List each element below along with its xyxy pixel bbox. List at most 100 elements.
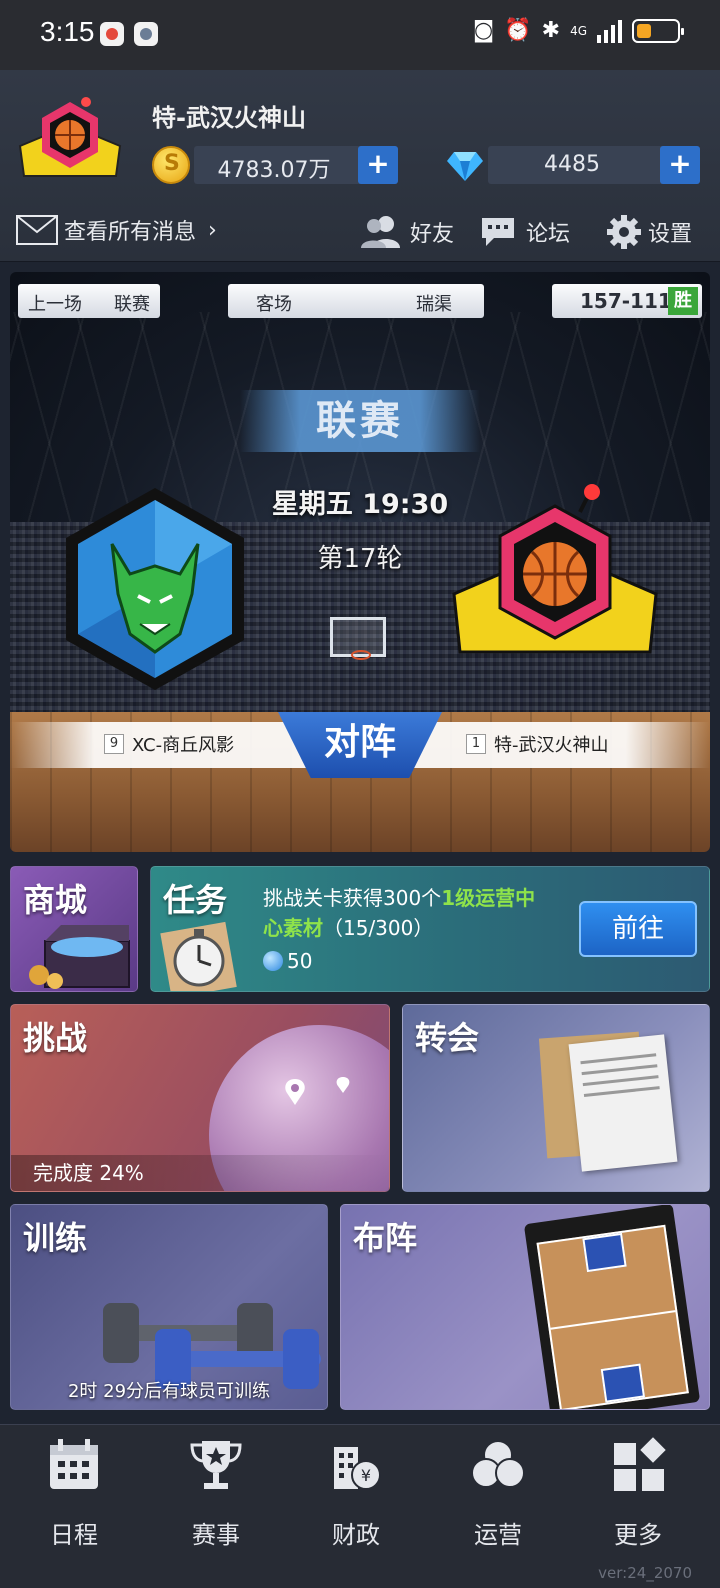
treasure-chest-icon [29,925,130,989]
coin-balance: 4783.07万 + [194,146,398,184]
transfer-card[interactable]: 转会 [402,1004,710,1192]
away-team-logo [452,484,658,654]
away-team: 1 特-武汉火神山 [466,731,609,757]
venue-label: 客场 [256,294,292,315]
task-card[interactable]: 任务 挑战关卡获得300个1级运营中心素材（15/300） 50 前往 [150,866,710,992]
forum-label: 论坛 [526,222,571,247]
add-coins-button[interactable]: + [358,146,398,184]
chevron-right-icon: › [208,217,217,243]
challenge-title: 挑战 [23,1019,88,1057]
shop-card[interactable]: 商城 [10,866,138,992]
venue-tag: 客场 瑞渠 [228,284,484,318]
mail-icon [16,215,58,245]
nav-more[interactable]: 更多 [588,1437,688,1550]
operations-icon [471,1440,525,1488]
last-score: 157-111 [580,289,672,313]
last-game-label: 上一场 [28,294,82,315]
task-reward: 50 [263,949,312,973]
task-desc-start: 挑战关卡获得300个 [263,886,442,910]
trophy-icon [190,1441,242,1489]
league-banner: 联赛 [240,390,480,452]
coin-value: 4783.07万 [217,158,331,183]
tactics-court [536,1224,689,1409]
away-team-name: 特-武汉火神山 [494,735,609,756]
training-card[interactable]: 训练 2时 29分后有球员可训练 [10,1204,328,1410]
version-label: ver:24_2070 [598,1564,692,1582]
nav-label: 日程 [50,1521,98,1549]
svg-text:¥: ¥ [361,1466,371,1485]
diamond-icon [447,152,483,181]
alarm-icon: ⏰ [504,18,532,43]
messages-label: 查看所有消息 [64,220,197,245]
win-badge: 胜 [668,287,698,315]
bottom-navigation: 日程 赛事 ¥ 财政 运营 更多 ver:24_2070 [0,1424,720,1588]
home-rank: 9 [104,734,124,754]
settings-label: 设置 [648,222,693,247]
forum-button[interactable]: 论坛 [480,214,570,250]
home-team-name: XC-商丘风影 [132,735,235,756]
battery-icon [632,18,684,43]
friends-label: 好友 [410,222,455,247]
basketball-hoop [330,617,386,660]
last-game-tag: 上一场 联赛 [18,284,160,318]
task-description: 挑战关卡获得300个1级运营中心素材（15/300） [263,883,553,943]
home-team: 9 XC-商丘风影 [104,731,234,757]
nav-label: 赛事 [192,1521,240,1549]
status-icons: ◙ ⏰ ✱ 4G [472,18,684,43]
status-time: 3:15 [40,16,95,47]
contract-icon [568,1034,678,1172]
bluetooth-icon: ✱ [541,18,561,43]
transfer-title: 转会 [415,1019,480,1057]
challenge-card[interactable]: 挑战 完成度 24% [10,1004,390,1192]
task-desc-progress: （15/300） [323,916,434,940]
shop-title: 商城 [23,881,88,919]
friends-button[interactable]: 好友 [360,214,454,250]
settings-button[interactable]: 设置 [606,214,692,250]
home-team-logo [66,488,244,690]
court-midline [550,1310,676,1330]
add-diamonds-button[interactable]: + [660,146,700,184]
network-type: 4G [570,23,587,38]
training-title: 训练 [23,1219,88,1257]
challenge-progress: 完成度 24% [11,1155,389,1191]
nav-schedule[interactable]: 日程 [24,1437,124,1550]
gem-icon [263,951,283,971]
forum-icon [482,218,514,246]
signal-icon [597,19,622,43]
finance-icon: ¥ [334,1447,381,1490]
last-score-tag: 157-111 胜 [552,284,702,318]
tactics-board-icon [523,1205,701,1409]
last-game-type: 联赛 [114,294,150,315]
gear-icon [607,215,641,249]
nav-label: 运营 [474,1521,522,1549]
nfc-icon: ◙ [472,18,495,43]
diamond-balance: 4485 + [488,146,700,184]
status-bar: 3:15 ◙ ⏰ ✱ 4G [0,0,720,70]
court-paint [582,1232,627,1273]
team-logo[interactable] [18,92,122,182]
location-pin-icon [285,1077,350,1105]
friends-icon [361,216,400,248]
notification-app-icon [100,22,124,46]
next-match-panel[interactable]: 上一场 联赛 客场 瑞渠 157-111 胜 联赛 星期五 19:30 第17轮… [10,272,710,852]
coin-icon: S [152,146,190,184]
task-reward-value: 50 [287,949,313,973]
nav-operations[interactable]: 运营 [448,1437,548,1550]
header-links: 查看所有消息 › 好友 论坛 设置 [0,206,720,256]
nav-events[interactable]: 赛事 [166,1437,266,1550]
messages-link[interactable]: 查看所有消息 › [16,214,217,246]
go-button[interactable]: 前往 [579,901,697,957]
calendar-icon [50,1439,98,1489]
lineup-title: 布阵 [353,1219,418,1257]
notification-app-icon [134,22,158,46]
task-title: 任务 [163,881,228,919]
nav-label: 更多 [614,1521,662,1549]
dumbbell-plate [103,1303,139,1363]
team-name: 特-武汉火神山 [152,104,306,132]
more-icon [614,1437,666,1491]
last-opponent: 瑞渠 [416,294,452,315]
lineup-card[interactable]: 布阵 [340,1204,710,1410]
nav-finance[interactable]: ¥ 财政 [306,1437,406,1550]
court-paint [600,1363,646,1403]
training-cooldown: 2时 29分后有球员可训练 [67,1381,271,1402]
